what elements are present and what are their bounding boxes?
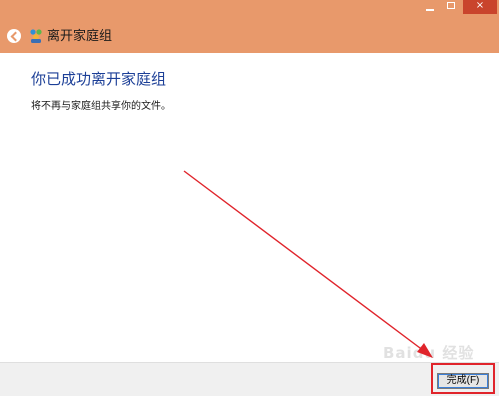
back-arrow-icon[interactable]	[7, 29, 21, 43]
window-title: 离开家庭组	[47, 29, 113, 44]
homegroup-icon	[30, 29, 42, 43]
footer-bar	[0, 362, 499, 396]
close-button[interactable]: ×	[463, 0, 497, 14]
minimize-button[interactable]	[421, 0, 439, 14]
page-heading: 你已成功离开家庭组	[31, 70, 167, 88]
annotation-arrow	[183, 170, 433, 358]
status-message: 将不再与家庭组共享你的文件。	[31, 101, 171, 112]
watermark: Baidu 经验	[383, 344, 475, 362]
finish-button[interactable]: 完成(F)	[437, 373, 489, 389]
maximize-button[interactable]	[441, 0, 461, 14]
